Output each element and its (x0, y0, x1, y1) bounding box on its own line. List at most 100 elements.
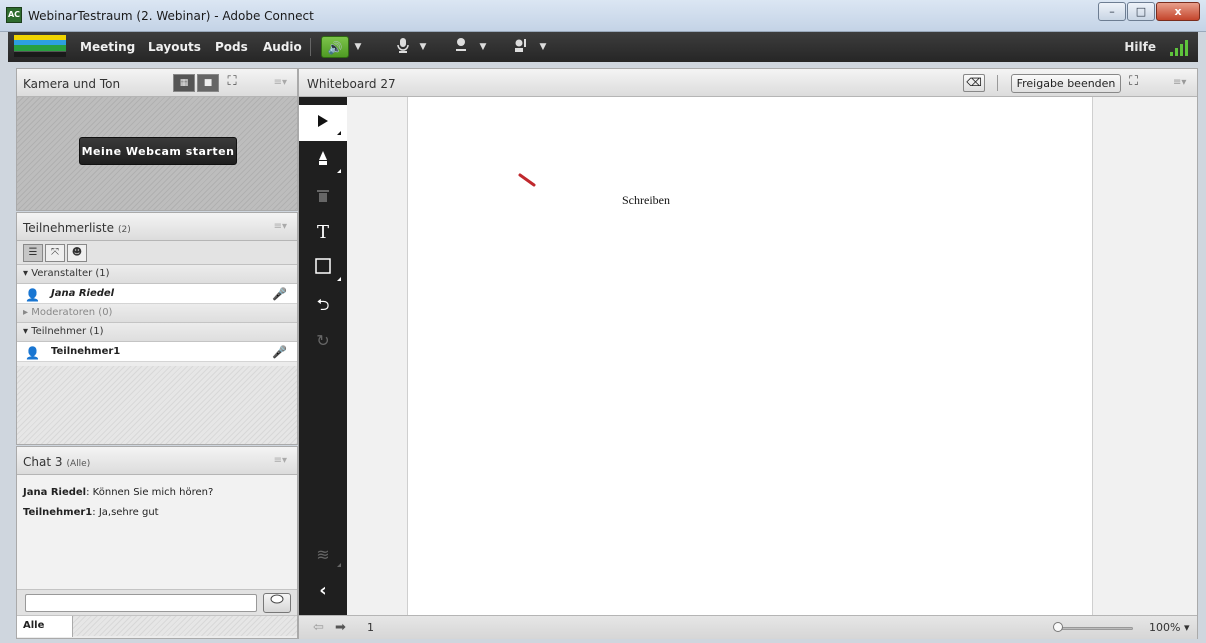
status-button[interactable] (510, 37, 532, 57)
attendee-view-toolbar: ☰ ⤧ ☻ (17, 241, 297, 265)
chat-compose-row (17, 589, 297, 615)
zoom-slider-handle[interactable] (1053, 622, 1063, 632)
layers-icon: ≋ (316, 545, 330, 564)
window-title: WebinarTestraum (2. Webinar) - Adobe Con… (28, 9, 314, 23)
chat-input[interactable] (25, 594, 257, 612)
group-presenters-label: Moderatoren (0) (31, 307, 113, 318)
zoom-level-value: 100% (1149, 621, 1181, 634)
person-webcam-icon (456, 38, 466, 51)
attendee-row-participant[interactable]: 👤 Teilnehmer1 🎤 (17, 342, 297, 362)
menu-pods[interactable]: Pods (215, 40, 248, 54)
attendee-pod-title: Teilnehmerliste (2) (23, 221, 131, 235)
chat-pod-title: Chat 3 (Alle) (23, 455, 90, 469)
camera-pod-title: Kamera und Ton (23, 77, 121, 91)
attendee-list-empty-area (17, 366, 297, 444)
pod-options-icon[interactable]: ≡▾ (274, 455, 287, 466)
chevron-left-icon: ‹ (319, 580, 327, 601)
window-controls: – □ x (1097, 2, 1200, 21)
header-separator (997, 75, 998, 91)
whiteboard-text[interactable]: Schreiben (622, 193, 670, 208)
chat-messages: Jana Riedel: Können Sie mich hören? Teil… (17, 475, 297, 589)
window-titlebar: AC WebinarTestraum (2. Webinar) - Adobe … (0, 0, 1206, 32)
attendee-pod-header: Teilnehmerliste (2) ≡▾ (17, 213, 297, 241)
zoom-level[interactable]: 100% ▾ (1149, 621, 1189, 634)
adobe-connect-logo (14, 35, 66, 57)
speaker-toggle-button[interactable]: 🔊 (321, 36, 349, 58)
attendee-status-icon[interactable]: ☻ (67, 244, 87, 262)
delete-tool[interactable] (299, 179, 347, 215)
undo-tool[interactable]: ⮌ (299, 287, 347, 323)
redo-tool[interactable]: ↻ (299, 323, 347, 359)
attendee-pod-title-text: Teilnehmerliste (23, 221, 114, 235)
zoom-slider-track[interactable] (1059, 627, 1133, 630)
arrow-cursor-icon (318, 115, 328, 127)
participant-name: Teilnehmer1 (51, 346, 121, 357)
redo-icon: ↻ (316, 331, 330, 350)
group-participants[interactable]: ▾ Teilnehmer (1) (17, 323, 297, 342)
pod-options-icon[interactable]: ≡▾ (274, 221, 287, 232)
microphone-dropdown[interactable]: ▼ (416, 36, 430, 58)
group-hosts[interactable]: ▾ Veranstalter (1) (17, 265, 297, 284)
fullscreen-icon[interactable]: ⛶ (1129, 74, 1138, 89)
group-hosts-label: Veranstalter (1) (31, 268, 110, 279)
muted-microphone-icon: 🎤 (272, 287, 287, 301)
send-message-button[interactable] (263, 593, 291, 613)
eraser-button[interactable]: ⌫ (963, 74, 985, 92)
next-page-arrow-icon[interactable]: ➡ (335, 620, 346, 635)
host-person-icon: 👤 (25, 288, 40, 302)
single-view-icon[interactable]: ■ (197, 74, 219, 92)
chat-sender: Teilnehmer1 (23, 507, 93, 518)
shape-tool[interactable] (299, 251, 347, 287)
text-t-icon: T (316, 222, 329, 243)
adobe-connect-app-icon: AC (6, 7, 22, 23)
minimize-button[interactable]: – (1098, 2, 1126, 21)
menu-layouts[interactable]: Layouts (148, 40, 201, 54)
layers-tool[interactable]: ≋ (299, 537, 347, 573)
microphone-button[interactable] (392, 37, 414, 57)
list-view-icon[interactable]: ☰ (23, 244, 43, 262)
group-participants-label: Teilnehmer (1) (31, 326, 104, 337)
close-button[interactable]: x (1156, 2, 1200, 21)
status-dropdown[interactable]: ▼ (536, 36, 550, 58)
drawn-stroke (518, 173, 536, 187)
breakout-view-icon[interactable]: ⤧ (45, 244, 65, 262)
pod-options-icon[interactable]: ≡▾ (274, 77, 287, 88)
text-tool[interactable]: T (299, 215, 347, 251)
start-webcam-button[interactable]: Meine Webcam starten (79, 137, 237, 165)
microphone-icon: 🎤 (272, 345, 287, 359)
undo-icon: ⮌ (316, 295, 330, 314)
toolbar-separator (310, 38, 311, 56)
speech-bubble-icon (270, 594, 284, 604)
host-name: Jana Riedel (51, 288, 115, 299)
previous-page-arrow-icon[interactable]: ⇦ (313, 620, 324, 635)
collapse-toolbar-button[interactable]: ‹ (299, 573, 347, 609)
grid-view-icon[interactable]: ▦ (173, 74, 195, 92)
webcam-button[interactable] (450, 37, 472, 57)
chat-tab-all[interactable]: Alle (17, 616, 73, 637)
chat-footer: Alle (17, 615, 297, 637)
chat-pod: Chat 3 (Alle) ≡▾ Jana Riedel: Können Sie … (16, 446, 298, 639)
attendee-row-host[interactable]: 👤 Jana Riedel 🎤 (17, 284, 297, 304)
microphone-icon (397, 38, 409, 53)
marker-icon (319, 151, 327, 165)
menu-meeting[interactable]: Meeting (80, 40, 135, 54)
whiteboard-canvas[interactable]: Schreiben (407, 97, 1093, 615)
speaker-dropdown[interactable]: ▼ (351, 36, 365, 58)
eraser-icon: ⌫ (966, 76, 982, 89)
stop-sharing-button[interactable]: Freigabe beenden (1011, 74, 1121, 93)
group-presenters[interactable]: ▸ Moderatoren (0) (17, 304, 297, 323)
fullscreen-icon[interactable]: ⛶ (221, 74, 243, 92)
menu-audio[interactable]: Audio (263, 40, 302, 54)
help-menu[interactable]: Hilfe (1124, 40, 1156, 54)
maximize-button[interactable]: □ (1127, 2, 1155, 21)
marker-tool[interactable] (299, 143, 347, 179)
webcam-area: Meine Webcam starten (17, 97, 297, 210)
trash-icon (317, 190, 329, 202)
pod-options-icon[interactable]: ≡▾ (1173, 77, 1186, 88)
webcam-dropdown[interactable]: ▼ (476, 36, 490, 58)
camera-voice-pod: Kamera und Ton ▦ ■ ⛶ ≡▾ Meine Webcam sta… (16, 68, 298, 211)
whiteboard-title: Whiteboard 27 (307, 77, 396, 91)
attendee-count: (2) (117, 225, 131, 235)
select-tool[interactable] (299, 105, 347, 141)
raise-hand-icon (515, 39, 526, 52)
